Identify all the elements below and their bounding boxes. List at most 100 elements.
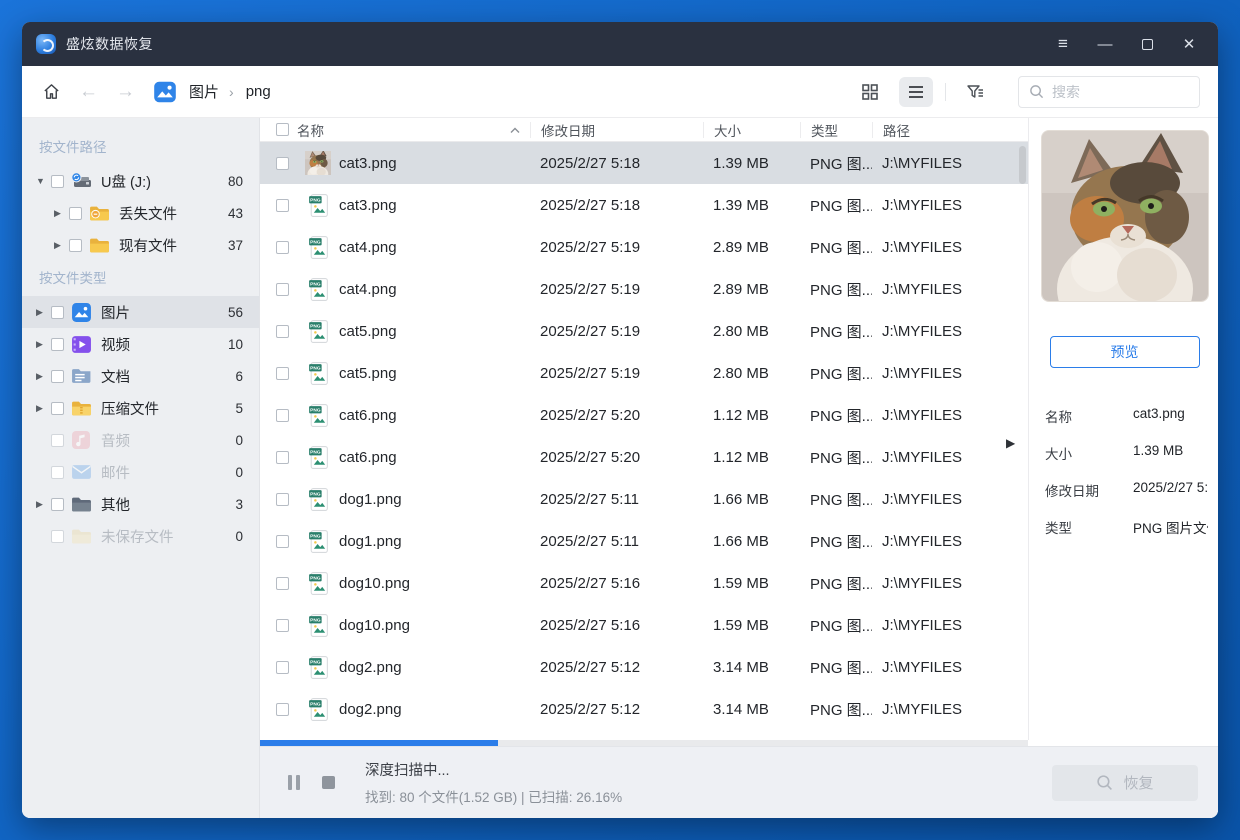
chevron-right-icon[interactable]: ▶	[36, 403, 51, 414]
filter-icon[interactable]	[958, 77, 992, 107]
row-checkbox[interactable]	[276, 199, 289, 212]
breadcrumb-item-png[interactable]: png	[246, 83, 271, 100]
item-checkbox[interactable]	[51, 306, 64, 319]
file-date: 2025/2/27 5:16	[530, 575, 703, 592]
item-checkbox[interactable]	[51, 498, 64, 511]
close-button[interactable]: ✕	[1174, 29, 1204, 59]
list-view-icon[interactable]	[899, 77, 933, 107]
sidebar-item[interactable]: ▶压缩文件5	[22, 392, 259, 424]
breadcrumb-item-pictures[interactable]: 图片	[189, 81, 219, 102]
svg-text:PNG: PNG	[310, 617, 321, 623]
item-checkbox[interactable]	[51, 175, 64, 188]
item-checkbox[interactable]	[69, 239, 82, 252]
select-all-checkbox[interactable]	[276, 123, 289, 136]
table-row[interactable]: PNGdog1.png2025/2/27 5:111.66 MBPNG 图...…	[260, 520, 1028, 562]
home-icon[interactable]	[42, 82, 61, 101]
table-row[interactable]: PNGdog2.png2025/2/27 5:123.14 MBPNG 图...…	[260, 688, 1028, 730]
row-checkbox[interactable]	[276, 535, 289, 548]
audio-icon	[71, 430, 95, 450]
table-row[interactable]: PNGcat4.png2025/2/27 5:192.89 MBPNG 图...…	[260, 226, 1028, 268]
back-icon[interactable]: ←	[79, 81, 98, 103]
sidebar-item[interactable]: ▶视频10	[22, 328, 259, 360]
item-checkbox[interactable]	[51, 530, 64, 543]
table-row[interactable]: PNGcat5.png2025/2/27 5:192.80 MBPNG 图...…	[260, 352, 1028, 394]
sidebar-item[interactable]: ▶丢失文件43	[22, 197, 259, 229]
item-checkbox[interactable]	[51, 370, 64, 383]
svg-text:PNG: PNG	[310, 197, 321, 203]
item-checkbox[interactable]	[51, 466, 64, 479]
sidebar-item[interactable]: 未保存文件0	[22, 520, 259, 552]
png-file-icon: PNG	[305, 193, 331, 218]
table-row[interactable]: PNGdog1.png2025/2/27 5:111.66 MBPNG 图...…	[260, 478, 1028, 520]
search-input[interactable]	[1052, 84, 1172, 100]
table-row[interactable]: cat3.png2025/2/27 5:181.39 MBPNG 图...J:\…	[260, 142, 1028, 184]
stop-icon[interactable]	[322, 776, 335, 789]
file-date: 2025/2/27 5:19	[530, 323, 703, 340]
maximize-button[interactable]	[1132, 29, 1162, 59]
column-label-name: 名称	[297, 120, 324, 140]
sidebar-item[interactable]: ▶其他3	[22, 488, 259, 520]
archive-icon	[71, 400, 95, 417]
preview-button[interactable]: 预览	[1050, 336, 1200, 368]
row-checkbox[interactable]	[276, 451, 289, 464]
chevron-right-icon[interactable]: ▶	[36, 339, 51, 350]
table-row[interactable]: PNGcat6.png2025/2/27 5:201.12 MBPNG 图...…	[260, 394, 1028, 436]
breadcrumb-folder-icon[interactable]	[153, 80, 177, 104]
column-header-size[interactable]: 大小	[703, 122, 800, 138]
detail-value: PNG 图片文件	[1133, 517, 1208, 537]
image-icon	[71, 302, 95, 323]
table-row[interactable]: PNGdog10.png2025/2/27 5:161.59 MBPNG 图..…	[260, 604, 1028, 646]
table-row[interactable]: PNGdog10.png2025/2/27 5:161.59 MBPNG 图..…	[260, 562, 1028, 604]
sidebar-item[interactable]: 音频0	[22, 424, 259, 456]
row-checkbox[interactable]	[276, 493, 289, 506]
column-header-date[interactable]: 修改日期	[530, 122, 703, 138]
grid-view-icon[interactable]	[853, 77, 887, 107]
sidebar-item[interactable]: ▼U盘 (J:)80	[22, 165, 259, 197]
item-checkbox[interactable]	[51, 434, 64, 447]
forward-icon[interactable]: →	[116, 81, 135, 103]
column-header-path[interactable]: 路径	[872, 122, 990, 138]
chevron-right-icon[interactable]: ▶	[54, 208, 69, 219]
row-checkbox[interactable]	[276, 577, 289, 590]
file-date: 2025/2/27 5:20	[530, 407, 703, 424]
column-header-name[interactable]: 名称	[260, 120, 530, 140]
row-checkbox[interactable]	[276, 241, 289, 254]
column-header-type[interactable]: 类型	[800, 122, 872, 138]
recover-button[interactable]: 恢复	[1052, 765, 1198, 801]
app-window: 盛炫数据恢复 ≡ — ✕ ← → 图片 › png	[22, 22, 1218, 818]
item-checkbox[interactable]	[69, 207, 82, 220]
sidebar-item[interactable]: ▶现有文件37	[22, 229, 259, 261]
table-row[interactable]: PNGcat6.png2025/2/27 5:201.12 MBPNG 图...…	[260, 436, 1028, 478]
table-row[interactable]: PNGdog2.png2025/2/27 5:123.14 MBPNG 图...…	[260, 646, 1028, 688]
row-checkbox[interactable]	[276, 619, 289, 632]
menu-icon[interactable]: ≡	[1048, 29, 1078, 59]
minimize-button[interactable]: —	[1090, 29, 1120, 59]
chevron-right-icon[interactable]: ▶	[54, 240, 69, 251]
row-checkbox[interactable]	[276, 283, 289, 296]
chevron-right-icon[interactable]: ▶	[36, 499, 51, 510]
detail-label: 修改日期	[1045, 480, 1133, 500]
sidebar-item[interactable]: ▶图片56	[22, 296, 259, 328]
chevron-down-icon[interactable]: ▼	[36, 176, 51, 186]
row-checkbox[interactable]	[276, 157, 289, 170]
vertical-scrollbar-thumb[interactable]	[1019, 146, 1026, 184]
row-checkbox[interactable]	[276, 325, 289, 338]
table-row[interactable]: PNGcat3.png2025/2/27 5:181.39 MBPNG 图...…	[260, 184, 1028, 226]
table-row[interactable]: PNGcat4.png2025/2/27 5:192.89 MBPNG 图...…	[260, 268, 1028, 310]
png-file-icon: PNG	[305, 529, 331, 554]
table-row[interactable]: PNGcat5.png2025/2/27 5:192.80 MBPNG 图...…	[260, 310, 1028, 352]
item-count: 3	[235, 497, 243, 512]
sidebar-item[interactable]: ▶文档6	[22, 360, 259, 392]
chevron-right-icon[interactable]: ▶	[36, 371, 51, 382]
row-checkbox[interactable]	[276, 367, 289, 380]
item-checkbox[interactable]	[51, 338, 64, 351]
row-checkbox[interactable]	[276, 661, 289, 674]
item-checkbox[interactable]	[51, 402, 64, 415]
row-checkbox[interactable]	[276, 703, 289, 716]
collapse-panel-arrow-icon[interactable]: ▶	[1006, 436, 1015, 450]
sidebar-item[interactable]: 邮件0	[22, 456, 259, 488]
pause-icon[interactable]	[288, 775, 300, 790]
chevron-right-icon[interactable]: ▶	[36, 307, 51, 318]
row-checkbox[interactable]	[276, 409, 289, 422]
app-title: 盛炫数据恢复	[66, 34, 153, 54]
